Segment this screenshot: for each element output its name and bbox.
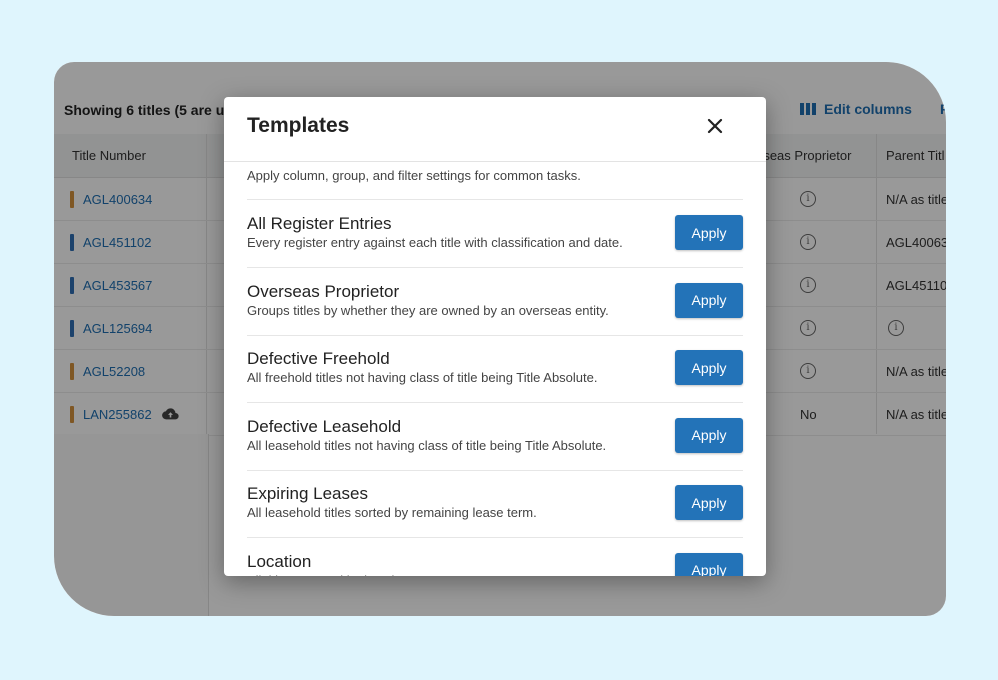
- dialog-title: Templates: [247, 114, 350, 137]
- dialog-header: Templates: [224, 97, 766, 162]
- template-item: All Register Entries Every register entry…: [247, 200, 743, 268]
- template-description: All leasehold titles sorted by remaining…: [247, 505, 537, 520]
- dialog-intro: Apply column, group, and filter settings…: [247, 168, 581, 183]
- template-name: All Register Entries: [247, 214, 392, 233]
- close-icon: [707, 118, 723, 134]
- apply-button[interactable]: Apply: [675, 215, 743, 250]
- template-item: Expiring Leases All leasehold titles sort…: [247, 470, 743, 538]
- template-description: All freehold titles not having class of …: [247, 370, 598, 385]
- template-description: Every register entry against each title …: [247, 235, 623, 250]
- template-item: Defective Leasehold All leasehold titles …: [247, 403, 743, 471]
- apply-button[interactable]: Apply: [675, 282, 743, 318]
- template-name: Location: [247, 551, 312, 571]
- template-description: All leasehold titles not having class of…: [247, 437, 607, 453]
- template-name: Defective Freehold: [247, 349, 390, 368]
- template-name: Overseas Proprietor: [247, 281, 400, 301]
- dialog-body[interactable]: Apply column, group, and filter settings…: [224, 162, 766, 576]
- template-name: Expiring Leases: [247, 484, 368, 503]
- template-item: Location All titles grouped by location Ap…: [247, 538, 743, 577]
- apply-button[interactable]: Apply: [675, 552, 743, 576]
- apply-button[interactable]: Apply: [675, 485, 743, 520]
- templates-dialog: Templates Apply column, group, and filte…: [224, 97, 766, 576]
- apply-button[interactable]: Apply: [675, 350, 743, 385]
- template-item: Overseas Proprietor Groups titles by whet…: [247, 268, 743, 336]
- template-description: All titles grouped by location: [247, 573, 409, 577]
- template-item: Defective Freehold All freehold titles no…: [247, 335, 743, 403]
- apply-button[interactable]: Apply: [675, 417, 743, 453]
- template-description: Groups titles by whether they are owned …: [247, 302, 609, 318]
- close-button[interactable]: [700, 111, 730, 141]
- template-name: Defective Leasehold: [247, 416, 402, 436]
